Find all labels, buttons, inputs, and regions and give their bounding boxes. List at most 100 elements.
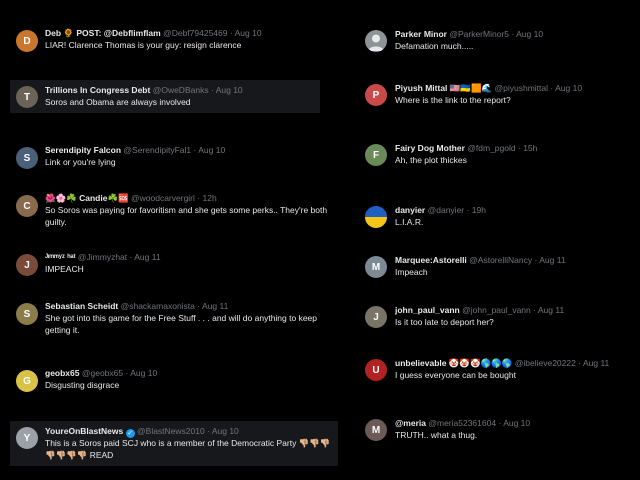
timestamp[interactable]: Aug 11: [583, 358, 609, 368]
author-handle[interactable]: @Debf79425469: [163, 28, 227, 38]
author-name[interactable]: Sebastian Scheidt: [45, 301, 118, 311]
author-handle[interactable]: @piyushmittal: [495, 83, 549, 93]
tweet-text: TRUTH.. what a thug.: [395, 430, 478, 440]
author-handle[interactable]: @BlastNews2010: [137, 426, 205, 436]
tweet-sebastian[interactable]: S Sebastian Scheidt @shackamaxonista · A…: [10, 299, 320, 339]
timestamp[interactable]: 19h: [472, 205, 486, 215]
separator-dot: ·: [229, 28, 233, 38]
separator-dot: ·: [466, 205, 470, 215]
author-handle[interactable]: @OweDBanks: [153, 85, 209, 95]
tweet-jimmyz[interactable]: J ᴶᶦᵐᵐʸᶻ ʰᵃᵗ @Jimmyzhat · Aug 11 IMPEACH: [10, 250, 320, 280]
avatar-initial: J: [24, 259, 30, 271]
timestamp[interactable]: Aug 11: [202, 301, 228, 311]
tweet-text: So Soros was paying for favoritism and s…: [45, 205, 328, 227]
author-name[interactable]: Marquee:Astorelli: [395, 255, 467, 265]
tweet-text: I guess everyone can be bought: [395, 370, 516, 380]
author-name[interactable]: geobx65: [45, 368, 80, 378]
timestamp[interactable]: 12h: [203, 193, 217, 203]
avatar-flag-icon[interactable]: [365, 206, 387, 228]
tweet-deb[interactable]: D Deb 🌻 POST: @Debflimflam @Debf79425469…: [10, 26, 320, 56]
timestamp[interactable]: Aug 10: [198, 145, 225, 155]
tweet-geobx65[interactable]: G geobx65 @geobx65 · Aug 10 Disgusting d…: [10, 366, 320, 396]
tweet-meria[interactable]: M @meria @meria52361604 · Aug 10 TRUTH..…: [356, 415, 636, 445]
avatar[interactable]: P: [365, 84, 387, 106]
tweet-john-paul-vann[interactable]: J john_paul_vann @john_paul_vann · Aug 1…: [356, 302, 636, 332]
tweet-piyush-mittal[interactable]: P Piyush Mittal 🇺🇸🇺🇦🟧🌊 @piyushmittal · A…: [356, 80, 636, 110]
avatar[interactable]: J: [16, 254, 38, 276]
author-name[interactable]: Deb 🌻 POST: @Debflimflam: [45, 28, 161, 38]
author-handle[interactable]: @danyier: [428, 205, 465, 215]
separator-dot: ·: [517, 143, 521, 153]
author-handle[interactable]: @ParkerMinor5: [449, 29, 509, 39]
avatar[interactable]: F: [365, 144, 387, 166]
author-handle[interactable]: @john_paul_vann: [462, 305, 531, 315]
avatar[interactable]: Y: [16, 427, 38, 449]
author-name[interactable]: danyier: [395, 205, 425, 215]
author-handle[interactable]: @meria52361604: [428, 418, 496, 428]
timestamp[interactable]: 15h: [523, 143, 537, 153]
separator-dot: ·: [534, 255, 538, 265]
separator-dot: ·: [125, 368, 129, 378]
timestamp[interactable]: Aug 11: [539, 255, 565, 265]
author-handle[interactable]: @AstorelliNancy: [469, 255, 532, 265]
author-handle[interactable]: @woodcarvergirl: [131, 193, 195, 203]
author-name[interactable]: 🌺🌸☘️ Candie☘️🆘: [45, 193, 129, 203]
author-handle[interactable]: @Jimmyzhat: [78, 252, 127, 262]
avatar[interactable]: M: [365, 419, 387, 441]
author-handle[interactable]: @fdm_pgold: [467, 143, 515, 153]
avatar[interactable]: C: [16, 195, 38, 217]
tweet-candie[interactable]: C 🌺🌸☘️ Candie☘️🆘 @woodcarvergirl · 12h S…: [10, 191, 327, 231]
author-name[interactable]: Piyush Mittal 🇺🇸🇺🇦🟧🌊: [395, 83, 492, 93]
tweet-text: Defamation much.....: [395, 41, 474, 51]
separator-dot: ·: [511, 29, 515, 39]
separator-dot: ·: [197, 301, 201, 311]
avatar-default-icon[interactable]: [365, 30, 387, 52]
avatar-initial: J: [373, 311, 379, 323]
tweet-parker-minor[interactable]: Parker Minor @ParkerMinor5 · Aug 10 Defa…: [356, 26, 636, 56]
tweet-text: LIAR! Clarence Thomas is your guy: resig…: [45, 40, 242, 50]
avatar[interactable]: J: [365, 306, 387, 328]
author-name[interactable]: Fairy Dog Mother: [395, 143, 465, 153]
timestamp[interactable]: Aug 10: [130, 368, 157, 378]
tweet-danyier[interactable]: danyier @danyier · 19h L.I.A.R.: [356, 202, 636, 232]
tweet-unbelievable[interactable]: U unbelievable 🤡🤡🤡🌎🌎🌎 @ibelieve20222 · A…: [356, 355, 640, 385]
timestamp[interactable]: Aug 10: [503, 418, 530, 428]
timestamp[interactable]: Aug 11: [134, 252, 160, 262]
timestamp[interactable]: Aug 11: [538, 305, 564, 315]
avatar-initial: D: [23, 35, 31, 47]
author-name[interactable]: Serendipity Falcon: [45, 145, 121, 155]
avatar[interactable]: T: [16, 86, 38, 108]
timestamp[interactable]: Aug 10: [235, 28, 262, 38]
separator-dot: ·: [210, 85, 214, 95]
tweet-serendipity[interactable]: S Serendipity Falcon @SerendipityFal1 · …: [10, 143, 320, 173]
avatar[interactable]: D: [16, 30, 38, 52]
author-name[interactable]: unbelievable 🤡🤡🤡🌎🌎🌎: [395, 358, 512, 368]
timestamp[interactable]: Aug 10: [555, 83, 582, 93]
timestamp[interactable]: Aug 10: [516, 29, 543, 39]
author-handle[interactable]: @shackamaxonista: [121, 301, 195, 311]
tweet-text: She got into this game for the Free Stuf…: [45, 313, 318, 335]
author-name[interactable]: YoureOnBlastNews: [45, 426, 123, 436]
author-name[interactable]: @meria: [395, 418, 426, 428]
timestamp[interactable]: Aug 10: [212, 426, 239, 436]
author-name[interactable]: john_paul_vann: [395, 305, 460, 315]
avatar[interactable]: S: [16, 303, 38, 325]
avatar[interactable]: S: [16, 147, 38, 169]
tweet-youreonblast[interactable]: Y YoureOnBlastNews ✓ @BlastNews2010 · Au…: [10, 421, 338, 466]
timestamp[interactable]: Aug 10: [216, 85, 243, 95]
separator-dot: ·: [498, 418, 502, 428]
avatar[interactable]: U: [365, 359, 387, 381]
ukraine-flag-icon: [365, 206, 387, 228]
avatar[interactable]: M: [365, 256, 387, 278]
tweet-fairy-dog-mother[interactable]: F Fairy Dog Mother @fdm_pgold · 15h Ah, …: [356, 140, 636, 170]
tweet-trillions[interactable]: T Trillions In Congress Debt @OweDBanks …: [10, 80, 320, 113]
author-handle[interactable]: @geobx65: [82, 368, 123, 378]
separator-dot: ·: [129, 252, 133, 262]
author-name[interactable]: Trillions In Congress Debt: [45, 85, 150, 95]
author-name[interactable]: Parker Minor: [395, 29, 447, 39]
author-handle[interactable]: @SerendipityFal1: [123, 145, 191, 155]
author-handle[interactable]: @ibelieve20222: [515, 358, 576, 368]
tweet-marquee-astorelli[interactable]: M Marquee:Astorelli @AstorelliNancy · Au…: [356, 252, 636, 282]
avatar[interactable]: G: [16, 370, 38, 392]
author-name[interactable]: ᴶᶦᵐᵐʸᶻ ʰᵃᵗ: [45, 252, 76, 262]
